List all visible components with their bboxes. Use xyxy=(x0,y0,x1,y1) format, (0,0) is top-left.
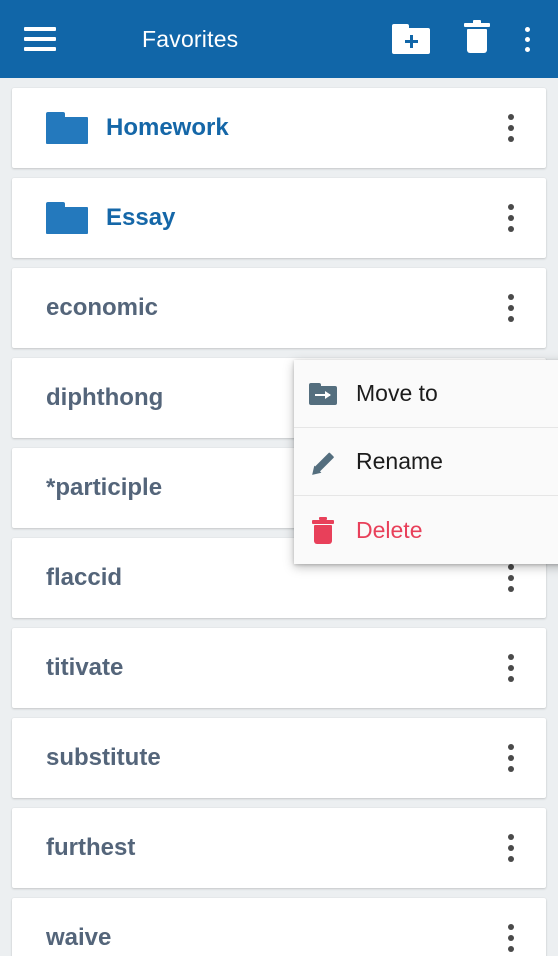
hamburger-bar xyxy=(24,37,56,41)
list-item[interactable]: Essay xyxy=(12,178,546,258)
app-bar: Favorites xyxy=(0,0,558,78)
list-item-overflow-button[interactable] xyxy=(500,108,522,148)
list-item-label: diphthong xyxy=(46,384,164,411)
list-item[interactable]: waive xyxy=(12,898,546,956)
list-item-overflow-button[interactable] xyxy=(500,288,522,328)
context-menu-item-move-to[interactable]: Move to xyxy=(294,360,558,428)
list-item-overflow-button[interactable] xyxy=(500,198,522,238)
kebab-menu-icon xyxy=(524,26,530,52)
move-to-folder-icon xyxy=(308,379,338,409)
list-item-label: economic xyxy=(46,294,159,321)
list-item[interactable]: titivate xyxy=(12,628,546,708)
context-menu-item-delete[interactable]: Delete xyxy=(294,496,558,564)
folder-icon xyxy=(46,112,88,144)
list-item-overflow-button[interactable] xyxy=(500,738,522,778)
list-item-label: furthest xyxy=(46,834,136,861)
context-menu-item-label: Rename xyxy=(356,448,443,474)
list-item-overflow-button[interactable] xyxy=(500,828,522,868)
pencil-icon xyxy=(308,447,338,478)
list-item[interactable]: furthest xyxy=(12,808,546,888)
hamburger-icon[interactable] xyxy=(24,27,56,51)
delete-button[interactable] xyxy=(450,0,504,78)
list-item-label: titivate xyxy=(46,654,124,681)
context-menu-item-label: Move to xyxy=(356,380,438,406)
list-item-label: waive xyxy=(46,924,112,951)
context-menu-item-rename[interactable]: Rename xyxy=(294,428,558,496)
context-menu-item-label: Delete xyxy=(356,516,423,543)
app-bar-actions xyxy=(384,0,558,78)
new-folder-icon xyxy=(392,24,430,54)
folder-icon xyxy=(46,202,88,234)
trash-icon xyxy=(308,515,338,545)
list-item-label: *participle xyxy=(46,474,163,501)
overflow-menu-button[interactable] xyxy=(504,0,550,78)
list-item[interactable]: economic xyxy=(12,268,546,348)
list-item[interactable]: substitute xyxy=(12,718,546,798)
trash-icon xyxy=(464,20,490,55)
list-item-label: substitute xyxy=(46,744,161,771)
list-item-label: Homework xyxy=(106,114,229,141)
list-item-overflow-button[interactable] xyxy=(500,558,522,598)
hamburger-bar xyxy=(24,27,56,31)
list-item-overflow-button[interactable] xyxy=(500,918,522,956)
list-item-label: flaccid xyxy=(46,564,123,591)
new-folder-button[interactable] xyxy=(384,0,438,78)
page-title: Favorites xyxy=(142,25,239,52)
hamburger-bar xyxy=(24,47,56,51)
list-item-overflow-button[interactable] xyxy=(500,648,522,688)
context-menu[interactable]: Move to Rename Delete xyxy=(294,360,558,564)
list-item-label: Essay xyxy=(106,204,176,231)
list-item[interactable]: Homework xyxy=(12,88,546,168)
